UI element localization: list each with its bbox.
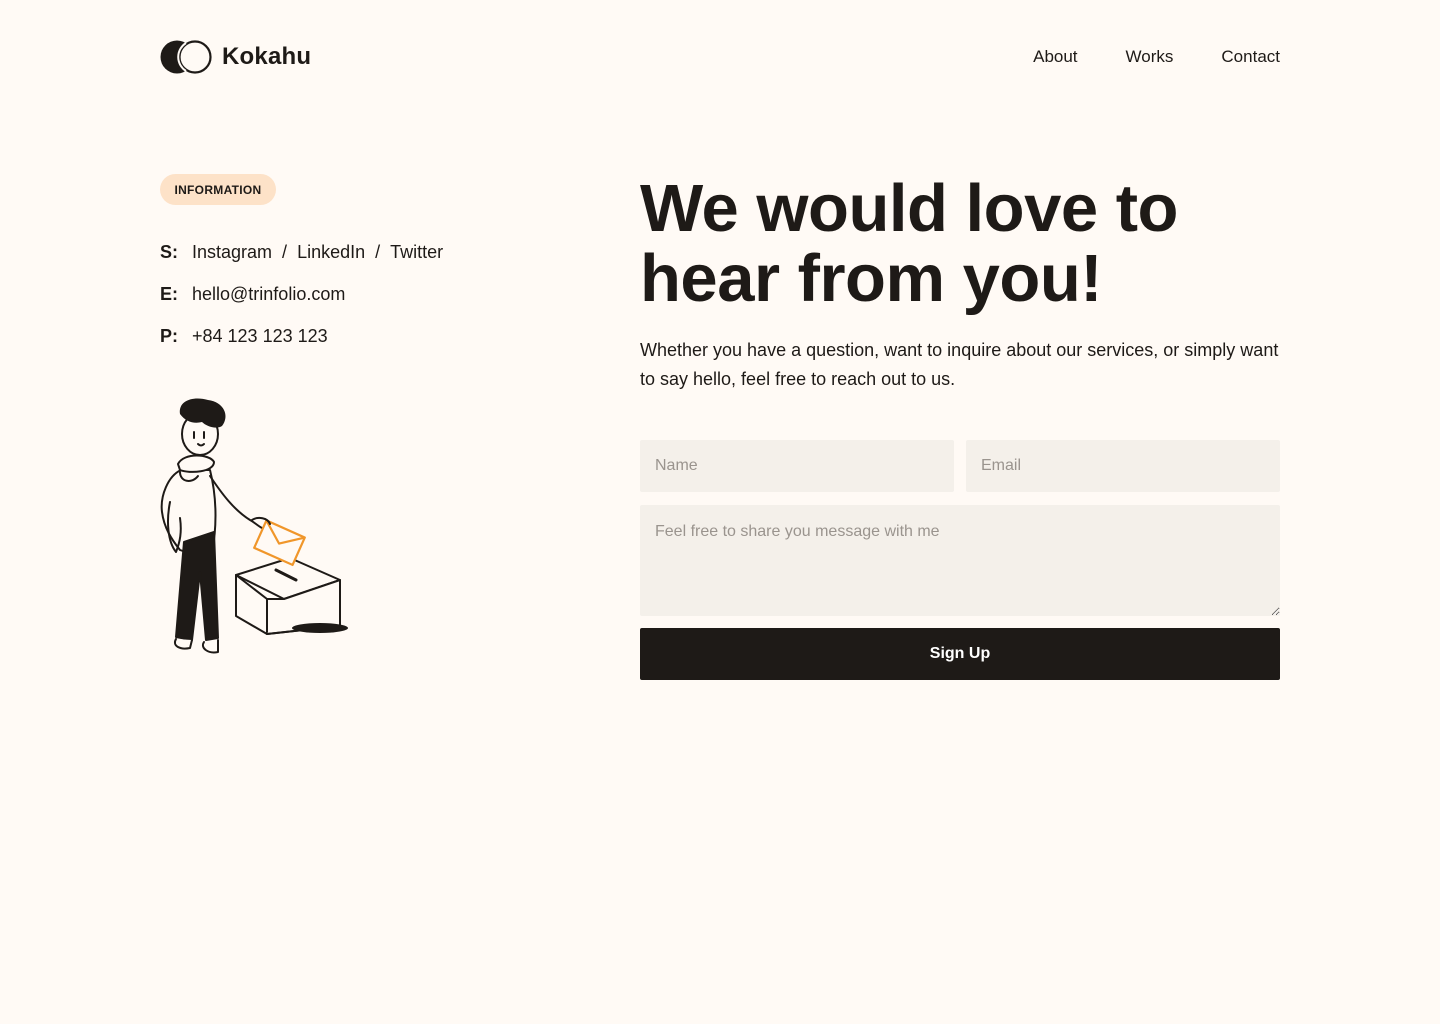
nav-works-link[interactable]: Works <box>1126 46 1174 68</box>
linkedin-link[interactable]: LinkedIn <box>297 240 365 264</box>
nav-contact-link[interactable]: Contact <box>1221 46 1280 68</box>
intro-text: Whether you have a question, want to inq… <box>640 340 1279 389</box>
heading-line-1: We would love to <box>640 171 1178 246</box>
email-input[interactable] <box>966 440 1280 492</box>
phone-value: +84 123 123 123 <box>192 326 328 346</box>
email-row: E: hello@trinfolio.com <box>160 282 345 306</box>
information-badge: INFORMATION <box>160 174 276 205</box>
brand-logo-link[interactable]: Kokahu <box>160 39 311 75</box>
overlapping-circles-logo-icon <box>160 40 212 74</box>
sign-up-button[interactable]: Sign Up <box>640 628 1280 680</box>
heading-line-2: hear from you! <box>640 241 1103 316</box>
social-key: S: <box>160 242 178 262</box>
nav-about-link[interactable]: About <box>1033 46 1077 68</box>
email-link[interactable]: hello@trinfolio.com <box>192 282 345 306</box>
email-key: E: <box>160 284 178 304</box>
phone-key: P: <box>160 326 178 346</box>
social-separator: / <box>375 242 381 262</box>
social-row: S: Instagram / LinkedIn / Twitter <box>160 240 443 264</box>
name-input[interactable] <box>640 440 954 492</box>
person-mailing-letter-illustration <box>160 398 348 654</box>
contact-page: Kokahu About Works Contact INFORMATION S… <box>0 0 1440 1024</box>
brand-name: Kokahu <box>222 43 312 70</box>
instagram-link[interactable]: Instagram <box>192 240 272 264</box>
twitter-link[interactable]: Twitter <box>390 240 443 264</box>
message-textarea[interactable] <box>640 505 1280 616</box>
phone-row: P: +84 123 123 123 <box>160 324 328 348</box>
main-nav: About Works Contact <box>1033 46 1280 68</box>
social-separator: / <box>282 242 288 262</box>
page-heading: We would love to hear from you! <box>640 174 1300 314</box>
